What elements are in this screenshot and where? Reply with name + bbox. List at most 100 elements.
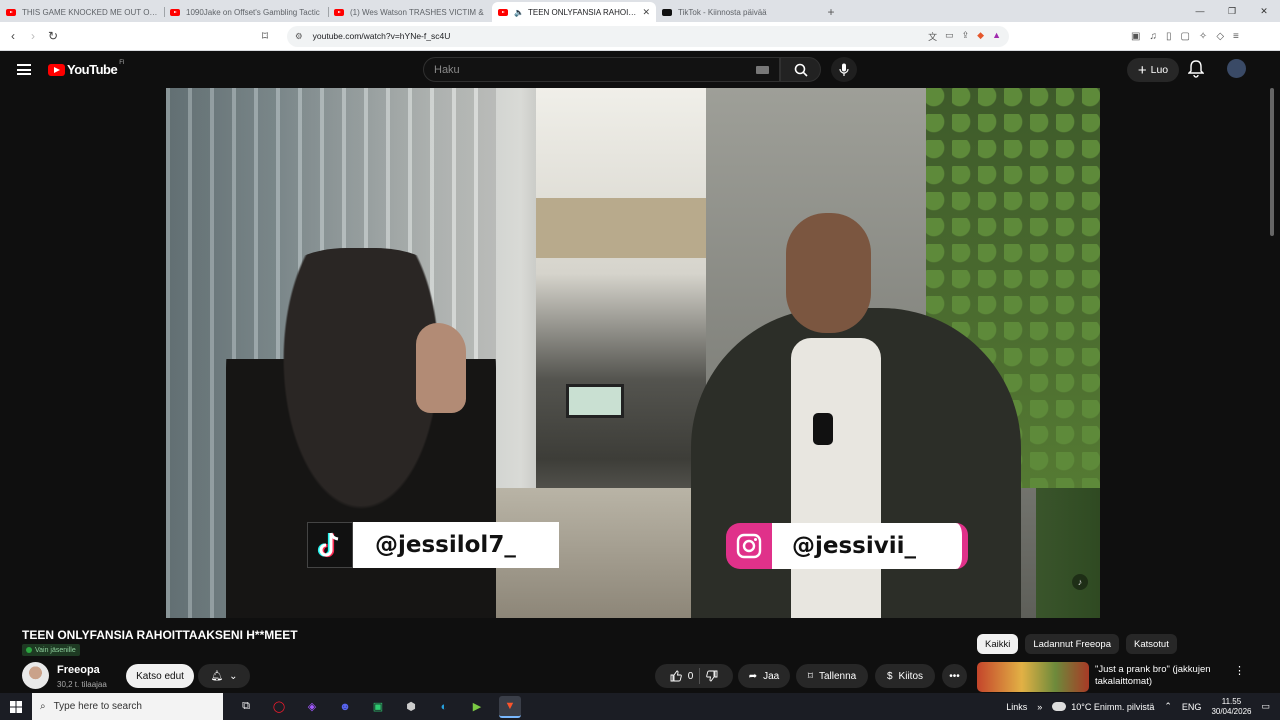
more-actions-button[interactable]: ••• — [942, 664, 967, 688]
browser-tab-active[interactable]: 🔈 TEEN ONLYFANSIA RAHOITTA ✕ — [492, 2, 656, 22]
brave-shield-icon[interactable]: ◆ — [977, 30, 984, 43]
reload-icon[interactable]: ↻ — [43, 29, 63, 43]
sidebar-icon[interactable]: ▯ — [1166, 31, 1172, 42]
voice-search-button[interactable] — [831, 57, 857, 82]
logo-text: YouTube — [67, 62, 118, 77]
media-icon[interactable]: ♫ — [1149, 31, 1157, 42]
recommendation-title[interactable]: "Just a prank bro" (jakkujen takalaittom… — [1095, 664, 1225, 688]
browser-tab[interactable]: TikTok - Kiinnosta päivää — [656, 2, 820, 22]
chevron-right-icon[interactable]: » — [1037, 702, 1042, 712]
leo-icon[interactable]: ✧ — [1199, 31, 1207, 42]
browser-tab[interactable]: (1) Wes Watson TRASHES VICTIM & — [328, 2, 492, 22]
like-button[interactable]: 0 — [670, 670, 693, 682]
browser-tab[interactable]: 1090Jake on Offset's Gambling Tactic — [164, 2, 328, 22]
thanks-label: Kiitos — [898, 670, 923, 682]
browser-tab[interactable]: THIS GAME KNOCKED ME OUT OF M — [0, 2, 164, 22]
weather-widget[interactable]: 10°C Enimm. pilvistä — [1052, 702, 1154, 712]
tiktok-handle-overlay: @jessilol7_ — [307, 522, 559, 568]
youtube-header: YouTube FI Haku + Luo — [0, 51, 1280, 88]
vpn-icon[interactable]: ◇ — [1216, 31, 1224, 42]
tab-title: TEEN ONLYFANSIA RAHOITTA — [527, 7, 639, 17]
search-icon — [794, 63, 808, 77]
menu-icon[interactable] — [17, 64, 31, 75]
new-tab-button[interactable]: + — [820, 2, 842, 22]
share-page-icon[interactable]: ⇪ — [962, 30, 970, 43]
address-bar[interactable]: ⚙ youtube.com/watch?v=hYNe-f_sc4U 文 ▭ ⇪ … — [287, 25, 1009, 47]
brave-browser-icon[interactable]: ▼ — [499, 695, 521, 718]
terminal-icon[interactable]: ▶ — [466, 696, 488, 718]
search-button[interactable] — [780, 57, 821, 82]
members-dot-icon — [26, 647, 32, 653]
save-button[interactable]: ⌑ Tallenna — [796, 664, 868, 688]
player-indicator-icon[interactable]: ♪ — [1072, 574, 1088, 590]
instagram-handle-overlay: @jessivii_ — [726, 523, 968, 569]
country-code: FI — [119, 60, 125, 66]
tab-title: (1) Wes Watson TRASHES VICTIM & — [350, 7, 484, 17]
extension-icon[interactable]: ▣ — [1131, 31, 1140, 42]
search-input[interactable]: Haku — [423, 57, 780, 82]
share-icon: ➦ — [748, 670, 758, 682]
back-icon[interactable]: ‹ — [3, 29, 23, 43]
channel-avatar[interactable] — [22, 662, 49, 689]
shield-app-icon[interactable]: ⬢ — [400, 696, 422, 718]
account-avatar[interactable] — [1227, 59, 1246, 78]
app-icon[interactable]: ▣ — [367, 696, 389, 718]
chip-watched[interactable]: Katsotut — [1126, 634, 1177, 654]
url-text: youtube.com/watch?v=hYNe-f_sc4U — [312, 31, 451, 41]
window-controls: — ❐ ✕ — [1184, 0, 1280, 22]
tab-title: TikTok - Kiinnosta päivää — [678, 7, 767, 17]
minimize-icon[interactable]: — — [1184, 0, 1216, 22]
notifications-icon[interactable]: ▭ — [1261, 701, 1270, 712]
edge-icon[interactable]: ◐ — [433, 696, 455, 718]
system-tray: Links » 10°C Enimm. pilvistä ⌃ ENG 11.55… — [1006, 697, 1280, 717]
close-window-icon[interactable]: ✕ — [1248, 0, 1280, 22]
cast-icon[interactable]: ▭ — [945, 30, 954, 43]
taskbar-search-input[interactable]: ⌕ Type here to search — [32, 693, 223, 720]
maximize-icon[interactable]: ❐ — [1216, 0, 1248, 22]
audio-icon[interactable]: 🔈 — [514, 8, 524, 17]
opera-icon[interactable]: ◯ — [268, 696, 290, 718]
close-tab-icon[interactable]: ✕ — [642, 7, 650, 18]
figma-icon[interactable]: ◈ — [301, 696, 323, 718]
site-settings-icon[interactable]: ⚙ — [295, 31, 303, 42]
keyboard-icon[interactable] — [756, 65, 769, 74]
members-only-badge: Vain jäsenille — [22, 644, 80, 656]
channel-name[interactable]: Freeopa — [57, 664, 100, 676]
more-icon: ••• — [949, 670, 960, 682]
bookmark-icon: ⌑ — [807, 670, 813, 682]
wallet-icon[interactable]: ▢ — [1180, 31, 1189, 42]
taskbar-apps: ⧉ ◯ ◈ ☻ ▣ ⬢ ◐ ▶ ▼ — [235, 695, 521, 718]
share-button[interactable]: ➦ Jaa — [738, 664, 790, 688]
windows-taskbar: ⌕ Type here to search ⧉ ◯ ◈ ☻ ▣ ⬢ ◐ ▶ ▼ … — [0, 693, 1280, 720]
forward-icon[interactable]: › — [23, 29, 43, 43]
links-toolbar[interactable]: Links — [1006, 702, 1027, 712]
page-scrollbar[interactable] — [1268, 88, 1276, 238]
like-dislike-group: 0 — [655, 664, 733, 688]
browser-toolbar: ‹ › ↻ ⌑ ⚙ youtube.com/watch?v=hYNe-f_sc4… — [0, 22, 1280, 51]
notifications-bell-icon[interactable] — [1188, 60, 1204, 78]
join-perks-button[interactable]: Katso edut — [126, 664, 194, 688]
thumbs-down-icon[interactable] — [706, 670, 718, 682]
subscription-bell-button[interactable]: 🔔︎ ⌄ — [198, 664, 250, 688]
video-scene-ceiling — [536, 198, 706, 258]
clock[interactable]: 11.55 30/04/2026 — [1211, 697, 1251, 717]
create-button[interactable]: + Luo — [1127, 58, 1179, 82]
video-player[interactable]: @jessilol7_ @jessivii_ ♪ — [166, 88, 1100, 618]
more-vert-icon[interactable]: ⋮ — [1234, 664, 1245, 677]
chevron-up-icon[interactable]: ⌃ — [1164, 701, 1172, 712]
language-indicator[interactable]: ENG — [1182, 702, 1202, 712]
thanks-button[interactable]: $ Kiitos — [875, 664, 935, 688]
windows-start-icon[interactable] — [0, 693, 32, 720]
task-view-icon[interactable]: ⧉ — [235, 696, 257, 718]
youtube-logo[interactable]: YouTube FI — [48, 60, 125, 77]
recommendation-thumbnail[interactable] — [977, 662, 1089, 692]
menu-icon[interactable]: ≡ — [1233, 31, 1239, 42]
discord-icon[interactable]: ☻ — [334, 696, 356, 718]
tab-title: 1090Jake on Offset's Gambling Tactic — [186, 7, 320, 17]
chip-uploaded-by[interactable]: Ladannut Freeopa — [1025, 634, 1119, 654]
search-placeholder: Haku — [434, 63, 460, 76]
translate-icon[interactable]: 文 — [928, 30, 937, 43]
chip-all[interactable]: Kaikki — [977, 634, 1019, 654]
brave-rewards-icon[interactable]: ▲ — [992, 30, 1001, 43]
bookmark-icon[interactable]: ⌑ — [255, 29, 275, 43]
